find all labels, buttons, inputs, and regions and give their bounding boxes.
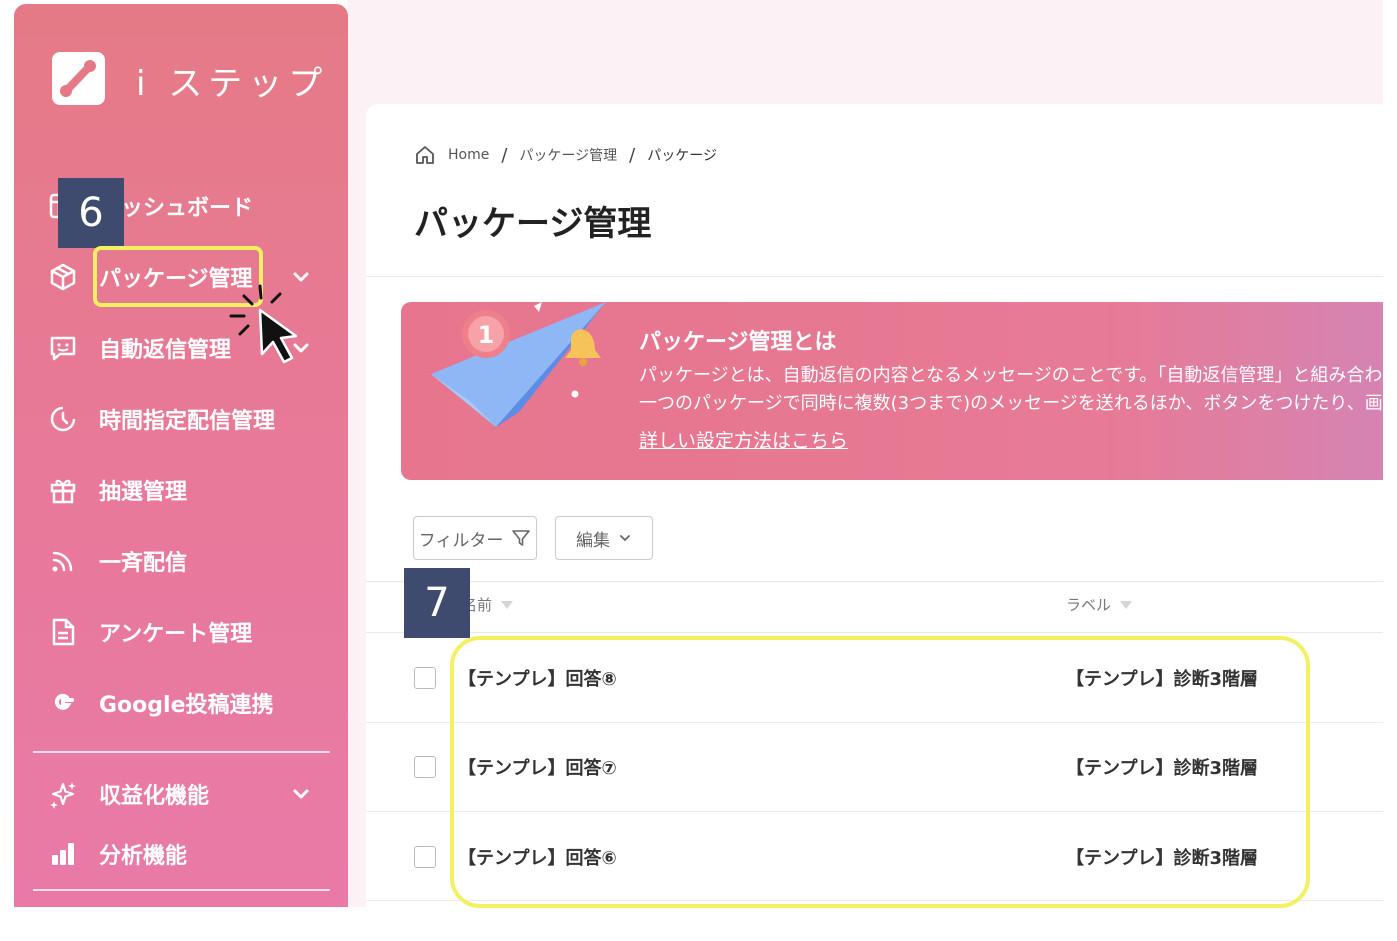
step-badge-6: 6: [58, 178, 124, 248]
gift-icon: [46, 473, 80, 507]
sidebar-item-label: 自動返信管理: [99, 338, 232, 363]
breadcrumb-separator: /: [501, 144, 508, 166]
broadcast-icon: [46, 544, 80, 578]
chevron-down-icon[interactable]: [290, 783, 312, 805]
sidebar-item-survey[interactable]: アンケート管理: [14, 607, 348, 657]
sidebar-item-label: アンケート管理: [99, 622, 253, 647]
sidebar-item-scheduled-delivery[interactable]: 時間指定配信管理: [14, 394, 348, 444]
sidebar: i ステップ ダッシュボード パッケージ管理 自動返信管理 時間指定配信管理 抽…: [14, 4, 348, 907]
info-banner: 1 パッケージ管理とは パッケージとは、自動返信の内容となるメッセージのことです…: [401, 302, 1383, 480]
sidebar-item-label: Google投稿連携: [99, 693, 274, 718]
sidebar-item-lottery[interactable]: 抽選管理: [14, 465, 348, 515]
breadcrumb-separator: /: [629, 144, 636, 166]
edit-button-label: 編集: [576, 530, 610, 551]
row-checkbox[interactable]: [414, 846, 436, 868]
sidebar-item-broadcast[interactable]: 一斉配信: [14, 536, 348, 586]
sidebar-item-google-post[interactable]: Google投稿連携: [14, 678, 348, 728]
sparkle-icon: [46, 777, 80, 811]
clock-icon: [46, 402, 80, 436]
sidebar-item-label: 収益化機能: [99, 784, 210, 809]
cursor-click-icon: [229, 284, 298, 364]
step-badge-7: 7: [404, 568, 470, 638]
box-icon: [46, 260, 80, 294]
row-checkbox[interactable]: [414, 667, 436, 689]
sort-down-icon[interactable]: [1119, 599, 1133, 611]
document-icon: [46, 615, 80, 649]
paper-plane-illustration-icon: 1: [431, 302, 606, 437]
notification-number: 1: [478, 321, 495, 349]
banner-description: パッケージとは、自動返信の内容となるメッセージのことです。「自動返信管理」と組み…: [639, 362, 1383, 418]
banner-details-link[interactable]: 詳しい設定方法はこちら: [639, 426, 848, 453]
row-checkbox[interactable]: [414, 756, 436, 778]
breadcrumb-current: パッケージ: [647, 148, 717, 164]
sidebar-item-label: 時間指定配信管理: [99, 409, 276, 434]
breadcrumb-home[interactable]: Home: [448, 147, 489, 163]
funnel-icon: [512, 530, 531, 546]
highlight-package-rows: [450, 636, 1310, 908]
bar-chart-icon: [46, 837, 80, 871]
column-header-label[interactable]: ラベル: [1066, 594, 1133, 615]
chat-icon: [46, 331, 80, 365]
banner-line-1: パッケージとは、自動返信の内容となるメッセージのことです。「自動返信管理」と組み…: [639, 365, 1383, 386]
sidebar-item-label: 一斉配信: [99, 551, 188, 576]
banner-line-2: 一つのパッケージで同時に複数(3つまで)のメッセージを送れるほか、ボタンをつけた…: [639, 393, 1383, 414]
page-title: パッケージ管理: [414, 204, 652, 244]
edit-dropdown-button[interactable]: 編集: [555, 516, 653, 560]
sort-down-icon[interactable]: [500, 599, 514, 611]
filter-button[interactable]: フィルター: [413, 516, 537, 560]
sidebar-item-monetize[interactable]: 収益化機能: [14, 769, 348, 819]
breadcrumb: Home / パッケージ管理 / パッケージ: [414, 144, 717, 166]
breadcrumb-package-management[interactable]: パッケージ管理: [519, 145, 617, 165]
header-divider: [366, 276, 1383, 277]
toolbar-divider: [366, 581, 1383, 582]
banner-title: パッケージ管理とは: [639, 330, 837, 355]
sidebar-item-analytics[interactable]: 分析機能: [14, 829, 348, 879]
column-header-label-text: ラベル: [1066, 596, 1112, 614]
filter-button-label: フィルター: [418, 530, 504, 551]
brand-name: i ステップ: [136, 64, 329, 104]
home-icon[interactable]: [414, 144, 436, 166]
chevron-down-icon: [620, 535, 630, 542]
sidebar-divider: [33, 751, 330, 753]
sidebar-item-label: 抽選管理: [99, 480, 188, 505]
sidebar-item-label: 分析機能: [99, 844, 188, 869]
logo-mark-icon: [60, 60, 96, 97]
app-logo[interactable]: [52, 52, 105, 105]
sidebar-divider: [33, 889, 330, 891]
google-icon: [46, 686, 80, 720]
